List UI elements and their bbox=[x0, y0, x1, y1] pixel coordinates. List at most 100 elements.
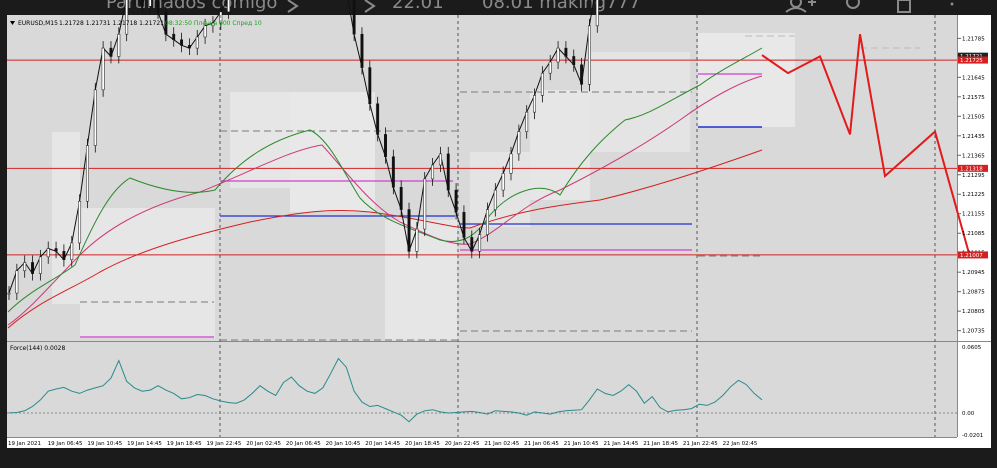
candle-body bbox=[446, 153, 450, 191]
time-tick-label: 21 Jan 22:45 bbox=[683, 441, 718, 447]
candle-body bbox=[62, 251, 66, 260]
overlay-title-date: 22.01 bbox=[392, 0, 444, 13]
candle-body bbox=[423, 178, 427, 230]
candle-body bbox=[54, 248, 58, 252]
time-tick-label: 21 Jan 02:45 bbox=[484, 441, 519, 447]
price-tick-label: 1.21295 bbox=[962, 173, 985, 179]
candle-body bbox=[572, 56, 576, 66]
candle-body bbox=[117, 33, 121, 57]
candle-body bbox=[70, 242, 74, 260]
candle-body bbox=[470, 237, 474, 252]
candle-body bbox=[180, 39, 184, 46]
candle-body bbox=[93, 89, 97, 146]
price-tick-label: 1.21575 bbox=[962, 95, 985, 101]
candle-body bbox=[125, 0, 129, 35]
candle-body bbox=[203, 25, 207, 38]
time-tick-label: 22 Jan 02:45 bbox=[723, 441, 758, 447]
price-marker-label: 1.21725 bbox=[960, 58, 983, 64]
candle-body bbox=[486, 209, 489, 235]
time-tick-label: 19 Jan 18:45 bbox=[167, 441, 202, 447]
candle-body bbox=[399, 187, 403, 210]
candle-body bbox=[517, 131, 521, 155]
candle-body bbox=[501, 173, 505, 191]
candle-body bbox=[376, 103, 380, 135]
chart-info: 08:32:50 Пленка 800 Спред 10 bbox=[165, 20, 262, 27]
time-tick-label: 21 Jan 14:45 bbox=[604, 441, 639, 447]
candle-body bbox=[15, 270, 19, 294]
candle-body bbox=[7, 292, 11, 295]
price-tick-label: 1.20875 bbox=[962, 290, 985, 296]
candle-body bbox=[187, 45, 191, 49]
candle-body bbox=[548, 61, 552, 74]
force-tick-label: 0.0605 bbox=[962, 345, 982, 351]
candle-body bbox=[587, 25, 591, 85]
candle-body bbox=[140, 0, 144, 7]
candle-body bbox=[85, 145, 89, 202]
candle-body bbox=[478, 234, 482, 252]
chart-canvas: Partilhados comigo 22.01 08.01 making777 bbox=[0, 0, 997, 448]
time-axis: 19 Jan 2021 19 Jan 06:45 19 Jan 10:45 19 Ja… bbox=[8, 441, 758, 447]
force-tick-label: -0.0201 bbox=[962, 433, 983, 439]
time-tick-label: 19 Jan 22:45 bbox=[207, 441, 242, 447]
time-tick-label: 20 Jan 14:45 bbox=[365, 441, 400, 447]
price-tick-label: 1.20735 bbox=[962, 329, 985, 335]
candle-body bbox=[391, 156, 395, 188]
candle-body bbox=[525, 111, 529, 132]
candle-body bbox=[360, 33, 364, 68]
price-tick-label: 1.21155 bbox=[962, 212, 985, 218]
price-tick-label: 1.21365 bbox=[962, 153, 985, 159]
candle-body bbox=[172, 33, 176, 40]
time-tick-label: 20 Jan 18:45 bbox=[405, 441, 440, 447]
time-tick-label: 20 Jan 06:45 bbox=[286, 441, 321, 447]
candle-body bbox=[31, 262, 34, 274]
candle-body bbox=[227, 0, 231, 13]
candle-body bbox=[454, 189, 458, 213]
price-tick-label: 1.21435 bbox=[962, 134, 985, 140]
indicator-label: Force(144) 0.0028 bbox=[10, 345, 65, 352]
price-marker-label: 1.21318 bbox=[960, 166, 983, 172]
candle-body bbox=[556, 47, 560, 63]
overlay-title-left: Partilhados comigo bbox=[106, 0, 277, 13]
candle-body bbox=[78, 200, 82, 244]
time-tick-label: 20 Jan 22:45 bbox=[445, 441, 480, 447]
candle-body bbox=[109, 47, 113, 57]
price-tick-label: 1.21785 bbox=[962, 36, 985, 42]
candle-body bbox=[415, 228, 419, 252]
candle-body bbox=[195, 36, 199, 49]
candle-body bbox=[148, 0, 152, 7]
candle-body bbox=[38, 256, 42, 274]
candle-body bbox=[23, 262, 27, 272]
overlay-title-right: 08.01 making777 bbox=[482, 0, 640, 13]
candle-body bbox=[407, 209, 411, 252]
candle-body bbox=[101, 47, 105, 91]
candle-body bbox=[509, 153, 513, 174]
price-marker-label: 1.21007 bbox=[960, 253, 983, 259]
time-tick-label: 20 Jan 10:45 bbox=[326, 441, 361, 447]
candle-body bbox=[493, 189, 497, 210]
candle-body bbox=[540, 72, 544, 96]
price-tick-label: 1.20805 bbox=[962, 309, 985, 315]
price-tick-label: 1.21225 bbox=[962, 192, 985, 198]
time-tick-label: 21 Jan 06:45 bbox=[524, 441, 559, 447]
candle-body bbox=[580, 64, 584, 85]
price-tick-label: 1.21505 bbox=[962, 114, 985, 120]
more-options-icon[interactable] bbox=[950, 2, 954, 6]
price-tick-label: 1.21085 bbox=[962, 231, 985, 237]
chart-quote: 1.21728 1.21731 1.21718 1.21721 bbox=[59, 20, 164, 27]
candle-body bbox=[564, 47, 568, 57]
indicator-plot-area[interactable] bbox=[7, 342, 957, 437]
candle-body bbox=[352, 0, 356, 35]
chart-symbol: EURUSD,M15 bbox=[18, 20, 58, 27]
force-tick-label: 0.00 bbox=[962, 411, 975, 417]
time-tick-label: 19 Jan 06:45 bbox=[48, 441, 83, 447]
candle-body bbox=[533, 95, 536, 113]
candle-body bbox=[431, 164, 435, 180]
candle-body bbox=[384, 134, 387, 157]
candle-body bbox=[46, 248, 50, 258]
candle-body bbox=[462, 212, 466, 238]
time-tick-label: 20 Jan 02:45 bbox=[246, 441, 281, 447]
candle-body bbox=[595, 0, 599, 27]
time-tick-label: 19 Jan 10:45 bbox=[87, 441, 122, 447]
time-tick-label: 21 Jan 18:45 bbox=[643, 441, 678, 447]
trading-chart-screenshot: Partilhados comigo 22.01 08.01 making777 bbox=[0, 0, 997, 464]
